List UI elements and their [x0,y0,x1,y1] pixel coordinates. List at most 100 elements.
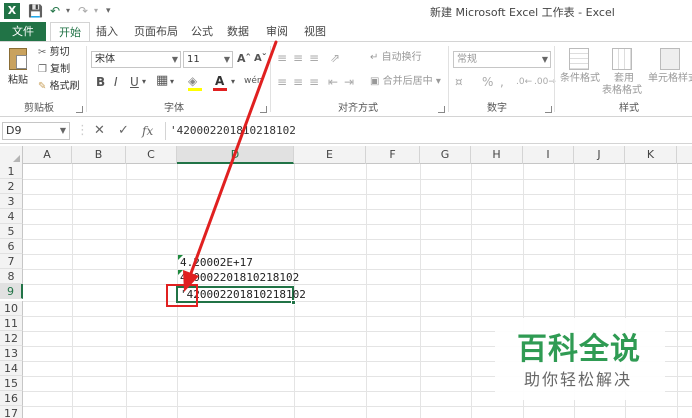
fx-icon[interactable]: fx [142,122,153,140]
paste-button[interactable]: 粘贴 [6,46,32,92]
wrap-text-button[interactable]: ↵ 自动换行 [370,51,422,65]
column-header-f[interactable]: F [366,146,420,164]
name-box[interactable]: D9 ▼ [2,122,70,140]
tab-review[interactable]: 审阅 [262,22,292,42]
enter-icon[interactable]: ✓ [118,122,129,140]
decrease-indent-icon[interactable]: ⇤ [328,75,338,89]
row-header-11[interactable]: 11 [0,316,23,331]
column-header-d[interactable]: D [177,146,294,164]
number-format-select[interactable]: 常规 ▼ [453,51,551,68]
cancel-icon[interactable]: ✕ [94,122,105,140]
tab-view[interactable]: 视图 [300,22,330,42]
increase-decimal-icon[interactable]: .0← [516,75,532,89]
font-color-dropdown-icon[interactable]: ▾ [231,75,235,89]
borders-dropdown-icon[interactable]: ▾ [170,75,174,89]
align-left-icon[interactable]: ≡ [277,75,287,89]
row-header-7[interactable]: 7 [0,254,23,269]
borders-icon[interactable]: ▦ [156,74,168,88]
column-header-e[interactable]: E [294,146,366,164]
tab-insert[interactable]: 插入 [92,22,122,42]
fill-handle[interactable] [291,300,296,305]
cell-d7[interactable]: 4.20002E+17 [180,255,253,270]
font-launcher-icon[interactable] [260,106,267,113]
fill-color-swatch [188,88,202,91]
redo-icon[interactable]: ↷ [78,3,88,19]
phonetic-guide-icon[interactable]: wén [244,74,263,88]
customize-icon[interactable]: ▾ [106,3,111,19]
bold-button[interactable]: B [96,75,105,89]
font-size-select[interactable]: 11 ▼ [183,51,233,68]
underline-dropdown-icon[interactable]: ▾ [142,75,146,89]
redo-dropdown-icon[interactable]: ▾ [94,3,98,19]
format-as-table-button[interactable]: 套用 表格格式 [600,46,644,96]
font-name-select[interactable]: 宋体 ▼ [91,51,181,68]
row-header-1[interactable]: 1 [0,164,23,179]
row-header-10[interactable]: 10 [0,301,23,316]
excel-icon: X [4,3,20,19]
column-header-j[interactable]: J [574,146,625,164]
currency-icon[interactable]: ¤ [455,75,463,89]
align-bottom-icon[interactable]: ≡ [309,51,319,65]
shrink-font-icon[interactable]: Aˇ [254,52,267,66]
column-header-b[interactable]: B [72,146,126,164]
fill-color-icon[interactable]: ◈ [188,74,197,88]
align-middle-icon[interactable]: ≡ [293,51,303,65]
increase-indent-icon[interactable]: ⇥ [344,75,354,89]
row-header-8[interactable]: 8 [0,269,23,284]
row-header-14[interactable]: 14 [0,361,23,376]
copy-button[interactable]: ❐ 复制 [38,63,70,77]
row-header-16[interactable]: 16 [0,391,23,406]
italic-button[interactable]: I [114,75,118,89]
row-header-17[interactable]: 17 [0,406,23,418]
scissors-icon: ✂ [38,47,47,58]
save-icon[interactable]: 💾 [28,3,43,19]
tab-home[interactable]: 开始 [50,22,90,42]
column-header-i[interactable]: I [523,146,574,164]
alignment-launcher-icon[interactable] [438,106,445,113]
column-header-c[interactable]: C [126,146,177,164]
align-top-icon[interactable]: ≡ [277,51,287,65]
conditional-formatting-button[interactable]: 条件格式 [560,46,600,92]
column-header-partial[interactable] [677,146,692,164]
row-header-6[interactable]: 6 [0,239,23,254]
resize-handle-icon[interactable]: ⋮ [76,122,89,140]
column-header-k[interactable]: K [625,146,677,164]
percent-button[interactable]: % [482,75,493,89]
decrease-decimal-icon[interactable]: .00→ [534,75,556,89]
undo-icon[interactable]: ↶ [50,3,60,19]
cell-d8[interactable]: 420002201810218102 [180,270,299,285]
undo-dropdown-icon[interactable]: ▾ [66,3,70,19]
cell-d9[interactable]: '420002201810218102 [180,287,306,302]
align-center-icon[interactable]: ≡ [293,75,303,89]
row-header-4[interactable]: 4 [0,209,23,224]
row-header-2[interactable]: 2 [0,179,23,194]
align-right-icon[interactable]: ≡ [309,75,319,89]
cut-button[interactable]: ✂ 剪切 [38,46,70,60]
tab-file[interactable]: 文件 [0,22,46,42]
underline-button[interactable]: U [130,75,139,89]
tab-data[interactable]: 数据 [224,22,252,42]
row-header-3[interactable]: 3 [0,194,23,209]
cell-styles-button[interactable]: 单元格样式 [646,46,692,92]
row-header-5[interactable]: 5 [0,224,23,239]
comma-button[interactable]: , [500,75,504,89]
row-header-15[interactable]: 15 [0,376,23,391]
clipboard-launcher-icon[interactable] [76,106,83,113]
column-header-g[interactable]: G [420,146,471,164]
select-all-button[interactable] [0,146,23,164]
merge-center-button[interactable]: ▣ 合并后居中 ▾ [370,75,441,89]
number-launcher-icon[interactable] [545,106,552,113]
grow-font-icon[interactable]: Aˆ [237,52,251,66]
formula-input[interactable]: '420002201810218102 [165,122,690,140]
column-header-a[interactable]: A [23,146,72,164]
tab-page-layout[interactable]: 页面布局 [130,22,182,42]
wrap-text-icon: ↵ [370,52,379,63]
row-header-12[interactable]: 12 [0,331,23,346]
font-color-icon[interactable]: A [215,74,224,88]
format-painter-button[interactable]: ✎ 格式刷 [38,80,80,94]
tab-formulas[interactable]: 公式 [188,22,216,42]
orientation-icon[interactable]: ⇗ [330,51,340,65]
column-header-h[interactable]: H [471,146,523,164]
row-header-9[interactable]: 9 [0,284,23,299]
row-header-13[interactable]: 13 [0,346,23,361]
